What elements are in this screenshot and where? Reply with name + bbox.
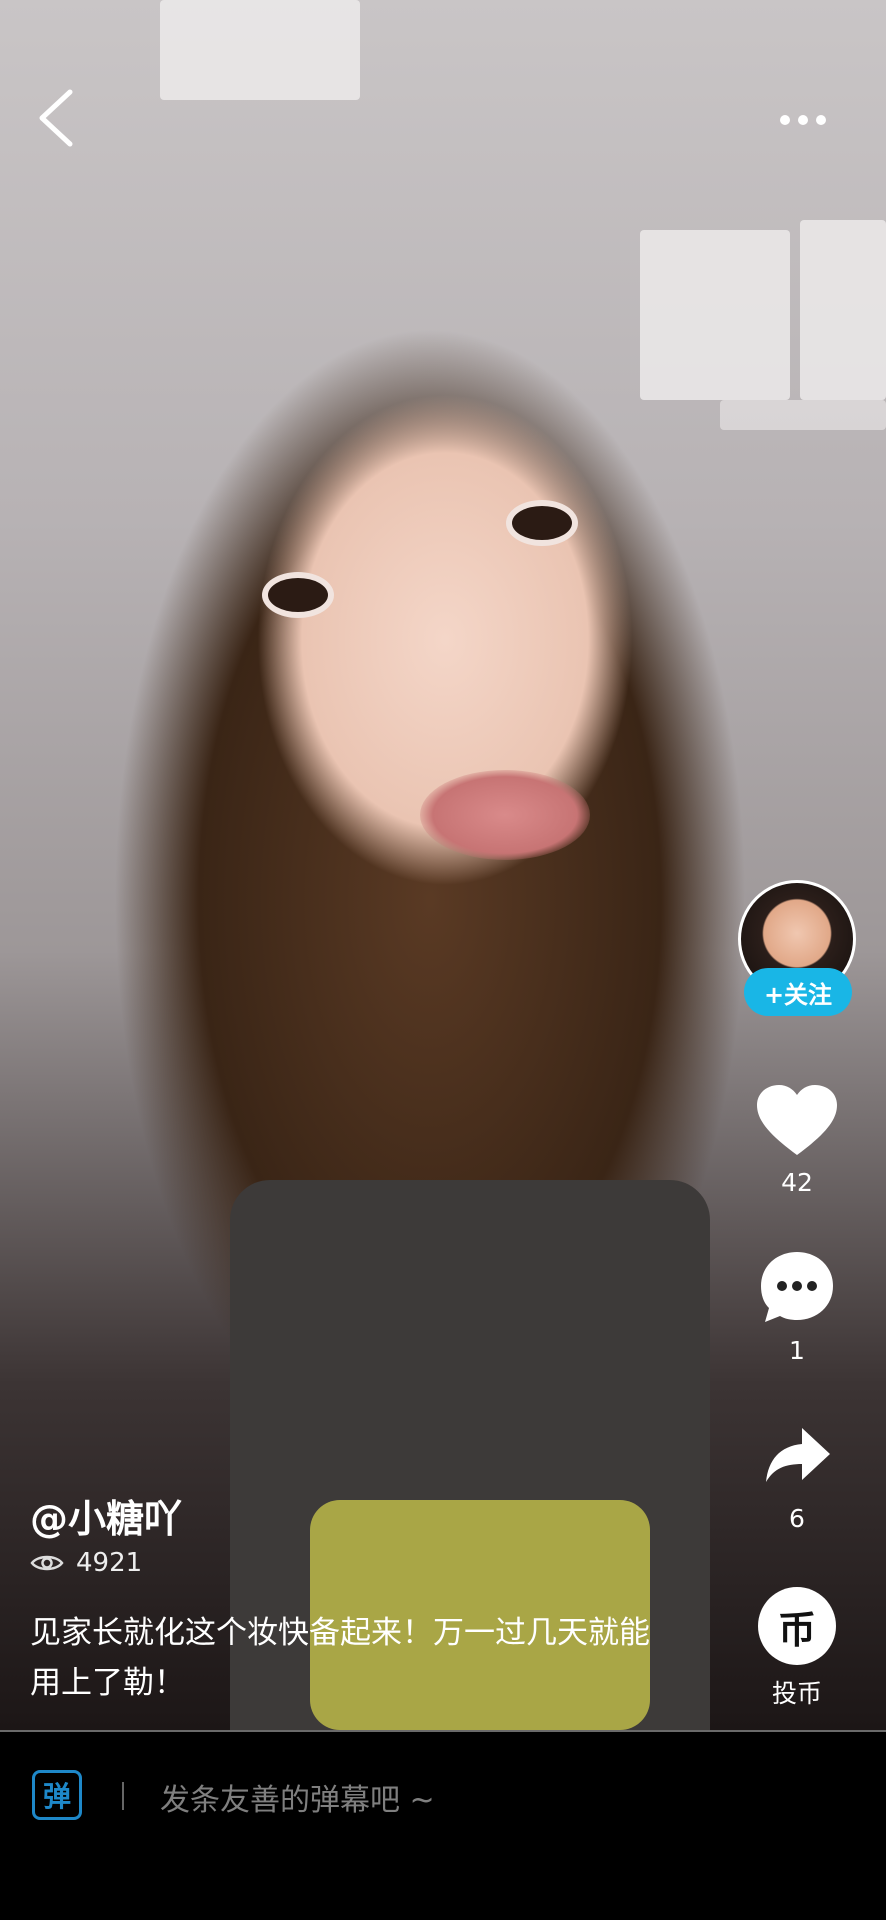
coin-icon: 币 [758,1587,836,1665]
share-action[interactable]: 6 [738,1416,856,1533]
chevron-left-icon [39,89,73,147]
comment-button[interactable] [752,1248,842,1328]
eye-right [512,506,572,540]
share-button[interactable] [752,1416,842,1496]
coin-button[interactable]: 币 [752,1586,842,1666]
like-button[interactable] [752,1080,842,1160]
eye-icon [30,1555,64,1571]
coin-action[interactable]: 币 投币 [738,1586,856,1710]
heart-icon [757,1085,837,1155]
coin-glyph: 币 [777,1607,816,1652]
like-action[interactable]: 42 [738,1080,856,1197]
bottom-bar: 弹 发条友善的弹幕吧 ~ [0,1732,886,1920]
coin-label: 投币 [771,1679,822,1708]
share-count: 6 [789,1504,805,1533]
comment-icon [761,1252,833,1322]
danmaku-icon: 弹 [32,1770,82,1820]
shelf-decor [640,230,790,400]
divider [122,1782,124,1810]
danmaku-toggle-button[interactable]: 弹 [32,1770,86,1824]
view-count-row: 4921 [30,1548,142,1578]
author-username[interactable]: @小糖吖 [30,1488,182,1543]
eye-left [268,578,328,612]
shelf-decor [800,220,886,400]
share-icon [766,1428,830,1482]
danmaku-input[interactable]: 发条友善的弹幕吧 ~ [160,1762,840,1832]
back-button[interactable] [34,86,82,150]
view-count: 4921 [76,1548,143,1578]
shelf-decor [720,400,886,430]
danmaku-glyph: 弹 [42,1780,71,1813]
shelf-decor [160,0,360,100]
more-dots-icon [798,115,808,125]
more-dots-icon [816,115,826,125]
comment-count: 1 [789,1336,805,1365]
lips [420,770,590,860]
more-dots-icon [780,115,790,125]
video-caption: 见家长就化这个妆快备起来！万一过几天就能用上了勒！ [30,1615,650,1701]
comment-action[interactable]: 1 [738,1248,856,1365]
more-button[interactable] [780,100,850,140]
like-count: 42 [781,1168,813,1197]
follow-button[interactable]: +关注 [744,968,852,1016]
